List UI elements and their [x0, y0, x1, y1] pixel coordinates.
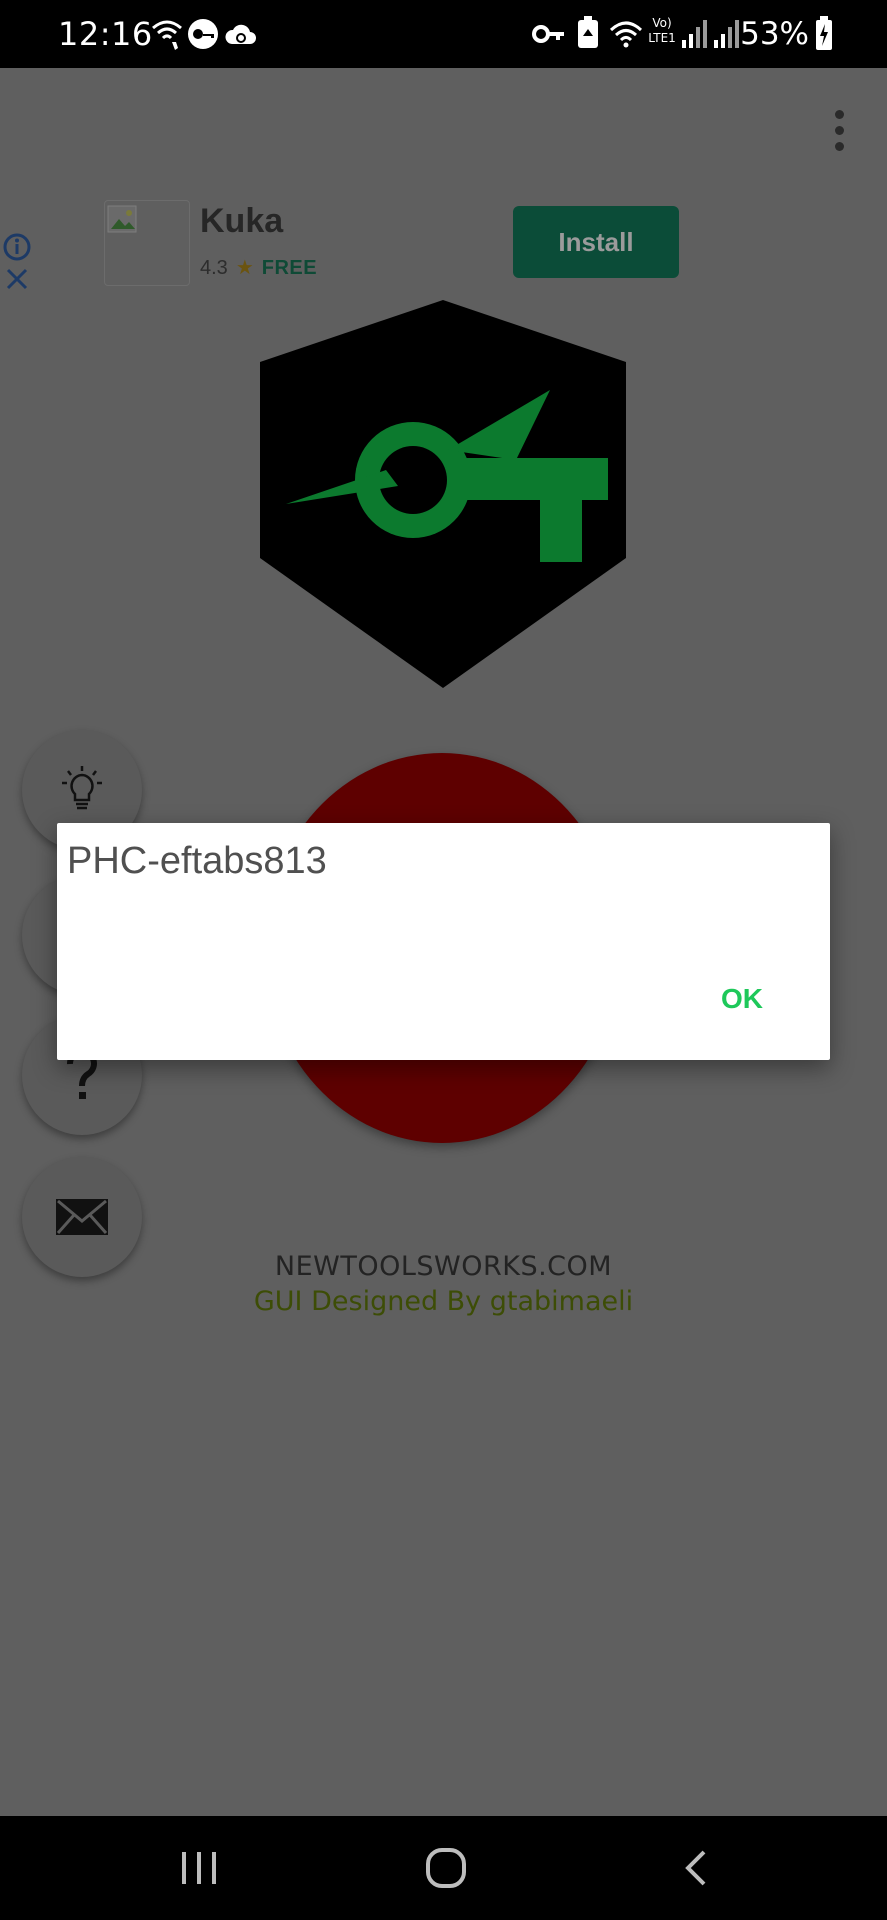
status-bar: 12:16 Vo) LTE1 53% [0, 0, 887, 68]
signal-icon [714, 20, 739, 48]
install-button[interactable]: Install [513, 206, 679, 278]
lightbulb-icon [62, 766, 102, 810]
ad-price: FREE [261, 257, 318, 279]
info-icon[interactable] [2, 232, 32, 262]
ad-rating: 4.3 [200, 257, 228, 279]
back-icon[interactable] [680, 1848, 710, 1888]
overflow-menu-icon[interactable] [822, 106, 858, 156]
vpn-icon [188, 19, 218, 49]
key-icon [532, 25, 564, 43]
home-icon[interactable] [424, 1846, 468, 1890]
broken-image-icon [107, 205, 137, 233]
ad-app-icon[interactable] [104, 200, 190, 286]
ad-rating-row: 4.3 ★ FREE [200, 254, 317, 282]
ok-button[interactable]: OK [697, 971, 787, 1027]
battery-percent: 53% [740, 16, 809, 52]
close-icon[interactable] [4, 266, 30, 292]
dialog-message: PHC-eftabs813 [67, 840, 327, 882]
recent-apps-icon[interactable] [178, 1848, 220, 1888]
app-logo [260, 300, 626, 688]
recycle-icon [578, 16, 598, 48]
wifi-call-icon [152, 20, 182, 50]
mail-icon [56, 1199, 108, 1235]
status-time: 12:16 [58, 15, 153, 53]
star-icon: ★ [235, 257, 254, 279]
signal-icon [682, 20, 707, 48]
navigation-bar [0, 1816, 887, 1920]
battery-charging-icon [816, 16, 832, 50]
ad-app-name[interactable]: Kuka [200, 200, 283, 242]
wifi-icon [609, 21, 643, 48]
website-link[interactable]: NEWTOOLSWORKS.COM [0, 1250, 887, 1284]
network-type-label: Vo) LTE1 [648, 16, 676, 45]
alert-dialog: PHC-eftabs813 OK [57, 823, 830, 1060]
designer-credit: GUI Designed By gtabimaeli [253, 1286, 634, 1317]
cloud-sync-icon [225, 24, 256, 44]
